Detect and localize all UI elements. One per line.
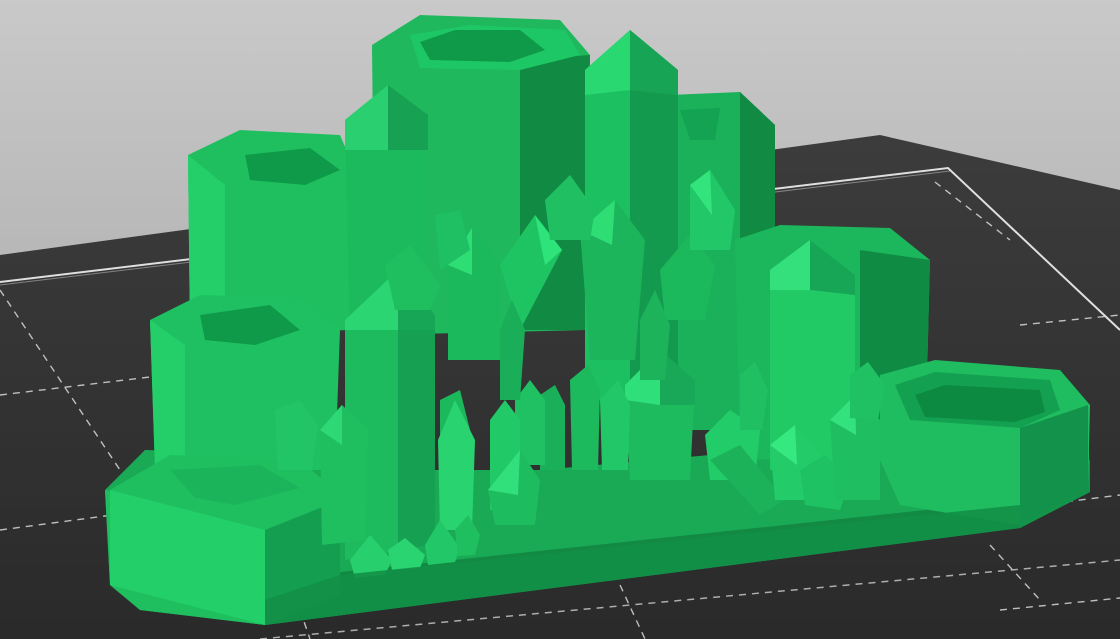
scene-canvas[interactable] — [0, 0, 1120, 639]
3d-viewport[interactable] — [0, 0, 1120, 639]
